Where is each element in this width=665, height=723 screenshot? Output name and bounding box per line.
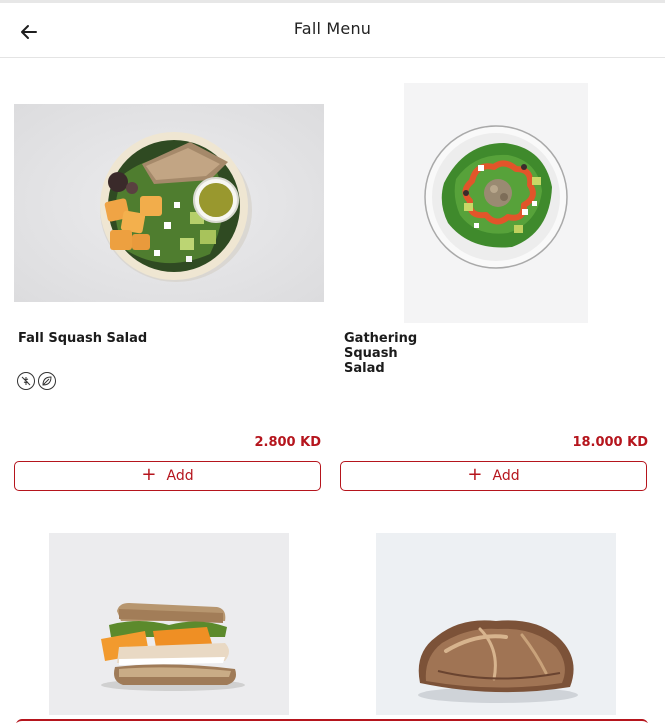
product-image[interactable] [49, 533, 289, 715]
salad-platter-illustration [404, 83, 588, 323]
bottom-sheet-edge [16, 719, 648, 723]
plus-icon: + [141, 464, 157, 485]
product-image[interactable] [376, 533, 616, 715]
add-to-cart-button[interactable]: + Add [340, 461, 647, 491]
page-header: Fall Menu [0, 3, 665, 58]
sandwich-illustration [49, 533, 289, 715]
product-image[interactable] [14, 104, 324, 302]
page-title: Fall Menu [293, 19, 372, 38]
add-button-label: Add [166, 468, 194, 484]
salad-bowl-illustration [14, 104, 324, 302]
item-name[interactable]: Fall Squash Salad [18, 331, 147, 346]
bread-loaf-illustration [376, 533, 616, 715]
item-price: 18.000 KD [572, 435, 648, 450]
plus-icon: + [467, 464, 483, 485]
item-name[interactable]: Gathering Squash Salad [344, 331, 417, 376]
leaf-icon [38, 372, 56, 390]
add-button-label: Add [492, 468, 520, 484]
dietary-icons [17, 372, 56, 390]
add-to-cart-button[interactable]: + Add [14, 461, 321, 491]
product-image[interactable] [404, 83, 588, 323]
item-price: 2.800 KD [254, 435, 321, 450]
no-gluten-icon [17, 372, 35, 390]
